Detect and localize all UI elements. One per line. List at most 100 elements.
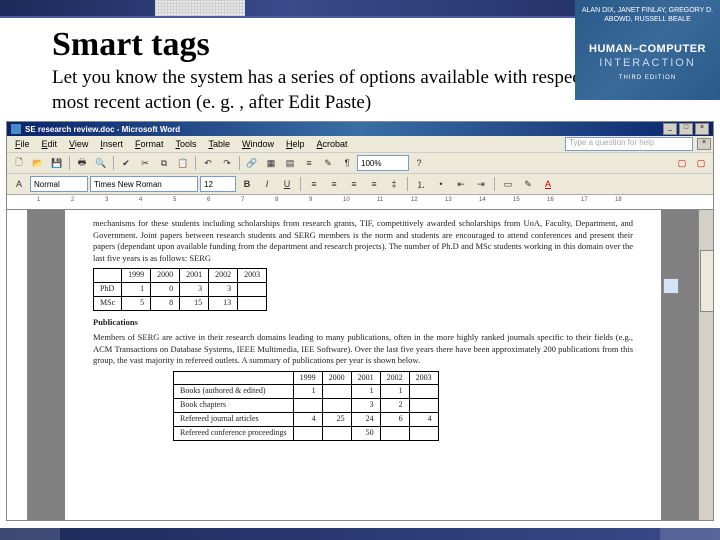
font-size-select[interactable]: 12 — [200, 176, 236, 192]
align-right-icon[interactable]: ≡ — [345, 175, 363, 193]
section-heading: Publications — [93, 317, 633, 328]
ruler-mark: 6 — [207, 197, 210, 203]
window-controls: _ □ × — [663, 123, 709, 135]
print-icon[interactable]: 🖶 — [73, 154, 91, 172]
save-icon[interactable]: 💾 — [48, 154, 66, 172]
pdf-icon[interactable]: ▢ — [673, 154, 691, 172]
formatting-toolbar: A Normal Times New Roman 12 B I U ≡ ≡ ≡ … — [7, 174, 713, 195]
vertical-ruler[interactable] — [7, 210, 28, 520]
help-icon[interactable]: ? — [410, 154, 428, 172]
pdf-review-icon[interactable]: ▢ — [692, 154, 710, 172]
numbering-icon[interactable]: ⒈ — [412, 175, 430, 193]
menu-file[interactable]: File — [9, 139, 36, 149]
ruler-mark: 1 — [37, 197, 40, 203]
menu-format[interactable]: Format — [129, 139, 170, 149]
menu-edit[interactable]: Edit — [36, 139, 64, 149]
outdent-icon[interactable]: ⇤ — [452, 175, 470, 193]
highlight-icon[interactable]: ✎ — [519, 175, 537, 193]
drawing-icon[interactable]: ✎ — [319, 154, 337, 172]
doc-map-icon[interactable]: ¶ — [338, 154, 356, 172]
table-row: Books (authored & edited)111 — [174, 385, 439, 399]
menu-table[interactable]: Table — [202, 139, 236, 149]
msword-window: SE research review.doc - Microsoft Word … — [6, 121, 714, 521]
redo-icon[interactable]: ↷ — [218, 154, 236, 172]
zoom-select[interactable]: 100% — [357, 155, 409, 171]
tables-icon[interactable]: ▦ — [262, 154, 280, 172]
next-slide-button[interactable] — [660, 528, 720, 540]
spellcheck-icon[interactable]: ✔ — [117, 154, 135, 172]
paste-icon[interactable]: 📋 — [174, 154, 192, 172]
insert-table-icon[interactable]: ▤ — [281, 154, 299, 172]
style-select[interactable]: Normal — [30, 176, 88, 192]
menu-window[interactable]: Window — [236, 139, 280, 149]
font-color-icon[interactable]: A — [539, 175, 557, 193]
table-row: Refereed conference proceedings50 — [174, 426, 439, 440]
ruler-mark: 18 — [615, 197, 622, 203]
scroll-thumb[interactable] — [700, 250, 714, 312]
book-authors: ALAN DIX, JANET FINLAY, GREGORY D. ABOWD… — [579, 6, 716, 24]
ruler-mark: 2 — [71, 197, 74, 203]
ruler-mark: 13 — [445, 197, 452, 203]
table-row: Book chapters32 — [174, 399, 439, 413]
table-header-row: 1999 2000 2001 2002 2003 — [174, 371, 439, 385]
minimize-button[interactable]: _ — [663, 123, 677, 135]
slide-footer-nav — [0, 528, 720, 540]
separator — [300, 177, 301, 191]
line-spacing-icon[interactable]: ‡ — [385, 175, 403, 193]
titlebar-text: SE research review.doc - Microsoft Word — [25, 125, 180, 134]
open-icon[interactable]: 📂 — [29, 154, 47, 172]
bullets-icon[interactable]: • — [432, 175, 450, 193]
separator — [494, 177, 495, 191]
border-icon[interactable]: ▭ — [499, 175, 517, 193]
publications-table: 1999 2000 2001 2002 2003 Books (authored… — [173, 371, 439, 441]
underline-button[interactable]: U — [278, 175, 296, 193]
ruler-mark: 5 — [173, 197, 176, 203]
undo-icon[interactable]: ↶ — [199, 154, 217, 172]
copy-icon[interactable]: ⧉ — [155, 154, 173, 172]
columns-icon[interactable]: ≡ — [300, 154, 318, 172]
ruler-mark: 14 — [479, 197, 486, 203]
doc-close-button[interactable]: × — [697, 138, 711, 150]
close-button[interactable]: × — [695, 123, 709, 135]
body-paragraph: Members of SERG are active in their rese… — [93, 332, 633, 366]
maximize-button[interactable]: □ — [679, 123, 693, 135]
titlebar: SE research review.doc - Microsoft Word … — [7, 122, 713, 136]
table-row: PhD 1 0 3 3 — [94, 283, 267, 297]
cut-icon[interactable]: ✂ — [136, 154, 154, 172]
menu-tools[interactable]: Tools — [169, 139, 202, 149]
ruler-mark: 9 — [309, 197, 312, 203]
hyperlink-icon[interactable]: 🔗 — [243, 154, 261, 172]
menu-acrobat[interactable]: Acrobat — [311, 139, 354, 149]
horizontal-ruler[interactable]: 123456789101112131415161718 — [7, 195, 713, 210]
indent-icon[interactable]: ⇥ — [472, 175, 490, 193]
word-app-icon — [11, 124, 21, 134]
italic-button[interactable]: I — [258, 175, 276, 193]
new-doc-icon[interactable]: 🗋 — [10, 154, 28, 172]
book-title-line1: HUMAN–COMPUTER — [579, 42, 716, 56]
document-area: mechanisms for these students including … — [7, 210, 713, 520]
menu-help[interactable]: Help — [280, 139, 311, 149]
document-page[interactable]: mechanisms for these students including … — [65, 210, 661, 520]
preview-icon[interactable]: 🔍 — [92, 154, 110, 172]
ruler-mark: 17 — [581, 197, 588, 203]
menubar: File Edit View Insert Format Tools Table… — [7, 136, 713, 153]
justify-icon[interactable]: ≡ — [365, 175, 383, 193]
styles-icon[interactable]: A — [10, 175, 28, 193]
ruler-mark: 8 — [275, 197, 278, 203]
help-search-input[interactable]: Type a question for help — [565, 137, 693, 151]
bold-button[interactable]: B — [238, 175, 256, 193]
menu-view[interactable]: View — [63, 139, 94, 149]
ruler-mark: 3 — [105, 197, 108, 203]
table-header-row: 1999 2000 2001 2002 2003 — [94, 269, 267, 283]
smart-tag-icon[interactable] — [663, 278, 679, 294]
students-table: 1999 2000 2001 2002 2003 PhD 1 0 3 3 MSc… — [93, 268, 267, 310]
prev-slide-button[interactable] — [0, 528, 60, 540]
align-center-icon[interactable]: ≡ — [325, 175, 343, 193]
vertical-scrollbar[interactable] — [698, 210, 713, 520]
font-select[interactable]: Times New Roman — [90, 176, 198, 192]
align-left-icon[interactable]: ≡ — [305, 175, 323, 193]
menu-insert[interactable]: Insert — [94, 139, 129, 149]
separator — [239, 156, 240, 170]
separator — [195, 156, 196, 170]
decorative-pattern — [155, 0, 245, 16]
